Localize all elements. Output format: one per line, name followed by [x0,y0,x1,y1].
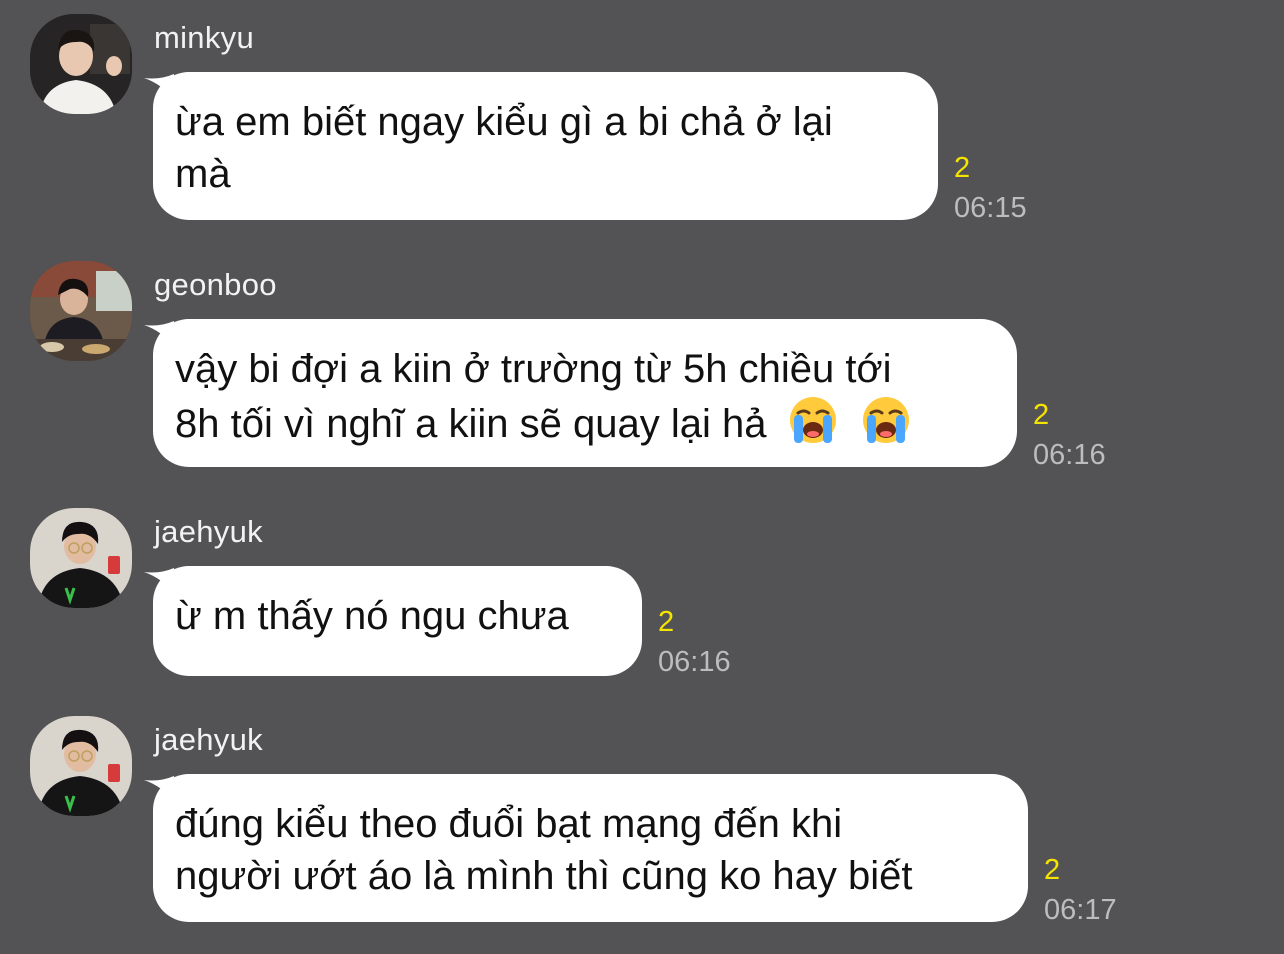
avatar-jaehyuk[interactable] [30,508,132,608]
sender-name: jaehyuk [154,722,263,757]
unread-count: 2 [658,606,675,638]
message-time: 06:16 [1033,439,1106,471]
person-avatar-image [30,14,132,114]
message-line: mà [175,152,231,196]
message-line: đúng kiểu theo đuổi bạt mạng đến khi [175,802,843,846]
message-bubble[interactable]: ừa em biết ngay kiểu gì a bi chả ở lại m… [153,72,938,220]
unread-count: 2 [1044,854,1061,886]
person-avatar-image [30,716,132,816]
message-line: ừ m thấy nó ngu chưa [175,594,569,638]
sender-name: minkyu [154,20,254,55]
message-time: 06:17 [1044,894,1117,926]
avatar-jaehyuk[interactable] [30,716,132,816]
person-avatar-image [30,261,132,361]
sender-name: geonboo [154,267,277,302]
unread-count: 2 [954,152,971,184]
message-line: vậy bi đợi a kiin ở trường từ 5h chiều t… [175,347,892,391]
message-bubble[interactable]: đúng kiểu theo đuổi bạt mạng đến khi ngư… [153,774,1028,922]
avatar-geonboo[interactable] [30,261,132,361]
message-line: ừa em biết ngay kiểu gì a bi chả ở lại [175,100,833,144]
message-time: 06:15 [954,192,1027,224]
loudly-crying-face-icon [861,395,911,445]
unread-count: 2 [1033,399,1050,431]
message-line: 8h tối vì nghĩ a kiin sẽ quay lại hả [175,402,767,446]
message-bubble[interactable]: ừ m thấy nó ngu chưa [153,566,642,676]
message-bubble[interactable]: vậy bi đợi a kiin ở trường từ 5h chiều t… [153,319,1017,467]
sender-name: jaehyuk [154,514,263,549]
loudly-crying-face-icon [788,395,838,445]
message-time: 06:16 [658,646,731,678]
message-line: người ướt áo là mình thì cũng ko hay biế… [175,854,913,898]
person-avatar-image [30,508,132,608]
avatar-minkyu[interactable] [30,14,132,114]
message-line-with-emoji: 8h tối vì nghĩ a kiin sẽ quay lại hả [175,395,995,450]
